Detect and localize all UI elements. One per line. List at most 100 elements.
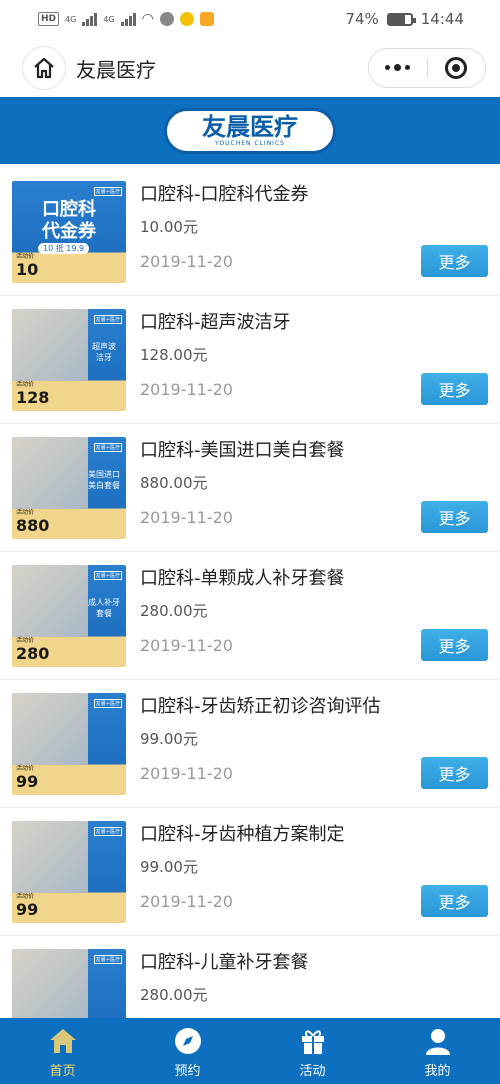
list-item[interactable]: 友晨+医疗 活动价 99 口腔科-牙齿矫正初诊咨询评估 99.00元 2019-…: [0, 680, 500, 808]
more-button[interactable]: 更多: [421, 629, 488, 661]
product-thumbnail[interactable]: 友晨+医疗 口腔科 代金券 10 抵 19.9 活动价 10: [12, 181, 126, 283]
more-button[interactable]: 更多: [421, 373, 488, 405]
item-title[interactable]: 口腔科-超声波洁牙: [140, 308, 291, 334]
thumbnail-price: 活动价 99: [16, 765, 38, 791]
miniprogram-capsule: [368, 48, 486, 88]
user-icon: [423, 1026, 453, 1056]
logo-main-text: 友晨医疗: [202, 112, 298, 141]
more-button[interactable]: 更多: [421, 885, 488, 917]
item-date: 2019-11-20: [140, 252, 233, 271]
app-notify-icon: [159, 12, 174, 26]
thumbnail-price: 活动价 280: [16, 637, 49, 663]
thumbnail-brand-tag: 友晨+医疗: [93, 315, 122, 324]
tab-label: 首页: [49, 1064, 76, 1079]
thumbnail-price-value: 99: [16, 772, 39, 791]
list-item[interactable]: 友晨+医疗 美国进口 美白套餐 活动价 880 口腔科-美国进口美白套餐 880…: [0, 424, 500, 552]
thumbnail-price-value: 10: [16, 260, 39, 279]
thumbnail-price: 活动价 99: [16, 893, 38, 919]
product-thumbnail[interactable]: 友晨+医疗 超声波 洁牙 活动价 128: [12, 309, 126, 411]
more-button[interactable]: 更多: [421, 757, 488, 789]
list-item[interactable]: 友晨+医疗 成人补牙 套餐 活动价 280 口腔科-单颗成人补牙套餐 280.0…: [0, 552, 500, 680]
more-button[interactable]: 更多: [421, 501, 488, 533]
clock: 14:44: [420, 10, 464, 28]
item-date: 2019-11-20: [140, 764, 233, 783]
thumbnail-price-label: 活动价: [16, 637, 35, 644]
thumbnail-price: 活动价 10: [16, 253, 38, 279]
list-item[interactable]: 友晨+医疗 口腔科-儿童补牙套餐 280.00元: [0, 936, 500, 1018]
hd-badge: HD: [38, 12, 60, 26]
thumbnail-photo: [12, 437, 88, 509]
tab-label: 我的: [424, 1064, 451, 1079]
more-button[interactable]: 更多: [421, 245, 488, 277]
product-thumbnail[interactable]: 友晨+医疗: [12, 949, 126, 1018]
home-icon: [48, 1026, 78, 1056]
more-menu-button[interactable]: [369, 49, 427, 87]
tab-booking[interactable]: 预约: [125, 1018, 250, 1084]
status-left: HD 4G 4G ◠: [38, 11, 214, 27]
item-date: 2019-11-20: [140, 892, 233, 911]
title-bar: 友晨医疗: [0, 38, 500, 98]
thumbnail-price-value: 280: [16, 644, 50, 663]
thumbnail-pill: 10 抵 19.9: [38, 243, 90, 254]
thumbnail-brand-tag: 友晨+医疗: [93, 699, 122, 708]
wifi-icon: ◠: [141, 11, 154, 27]
battery-icon: [386, 12, 416, 26]
product-list: 友晨+医疗 口腔科 代金券 10 抵 19.9 活动价 10 口腔科-口腔科代金…: [0, 168, 500, 1018]
tab-bar: 首页 预约 活动 我的: [0, 1018, 500, 1084]
thumbnail-price-label: 活动价: [16, 893, 35, 900]
thumbnail-price-label: 活动价: [16, 253, 35, 260]
thumbnail-brand-tag: 友晨+医疗: [93, 827, 122, 836]
thumbnail-price-label: 活动价: [16, 509, 35, 516]
battery-percent: 74%: [345, 10, 379, 28]
thumbnail-brand-tag: 友晨+医疗: [93, 187, 122, 196]
tab-activity[interactable]: 活动: [250, 1018, 375, 1084]
mail-notify-icon: [199, 12, 214, 26]
home-button[interactable]: [22, 46, 66, 90]
more-dots-icon: [385, 64, 411, 71]
brand-banner: 友晨医疗 YOUCHEN CLINICS: [0, 97, 500, 164]
product-thumbnail[interactable]: 友晨+医疗 成人补牙 套餐 活动价 280: [12, 565, 126, 667]
thumbnail-photo: [12, 821, 88, 893]
list-item[interactable]: 友晨+医疗 活动价 99 口腔科-牙齿种植方案制定 99.00元 2019-11…: [0, 808, 500, 936]
gift-icon: [298, 1026, 328, 1056]
item-title[interactable]: 口腔科-口腔科代金券: [140, 180, 309, 206]
thumbnail-caption: 成人补牙 套餐: [88, 598, 120, 618]
item-price: 280.00元: [140, 602, 208, 620]
item-price: 99.00元: [140, 730, 198, 748]
product-thumbnail[interactable]: 友晨+医疗 活动价 99: [12, 693, 126, 795]
item-date: 2019-11-20: [140, 380, 233, 399]
page-title: 友晨医疗: [76, 57, 156, 82]
compass-icon: [173, 1026, 203, 1056]
item-title[interactable]: 口腔科-儿童补牙套餐: [140, 948, 309, 974]
item-title[interactable]: 口腔科-美国进口美白套餐: [140, 436, 345, 462]
item-title[interactable]: 口腔科-牙齿种植方案制定: [140, 820, 345, 846]
thumbnail-photo: [12, 949, 88, 1018]
tab-mine[interactable]: 我的: [375, 1018, 500, 1084]
close-miniprogram-button[interactable]: [428, 49, 486, 87]
signal-icon-2: [120, 12, 136, 26]
list-item[interactable]: 友晨+医疗 超声波 洁牙 活动价 128 口腔科-超声波洁牙 128.00元 2…: [0, 296, 500, 424]
network-4g-label-2: 4G: [103, 14, 115, 24]
signal-icon: [82, 12, 98, 26]
item-price: 99.00元: [140, 858, 198, 876]
thumbnail-price-value: 128: [16, 388, 50, 407]
item-title[interactable]: 口腔科-牙齿矫正初诊咨询评估: [140, 692, 381, 718]
thumbnail-price-value: 880: [16, 516, 50, 535]
product-thumbnail[interactable]: 友晨+医疗 美国进口 美白套餐 活动价 880: [12, 437, 126, 539]
thumbnail-price-value: 99: [16, 900, 39, 919]
thumbnail-photo: [12, 565, 88, 637]
list-item[interactable]: 友晨+医疗 口腔科 代金券 10 抵 19.9 活动价 10 口腔科-口腔科代金…: [0, 168, 500, 296]
item-title[interactable]: 口腔科-单颗成人补牙套餐: [140, 564, 345, 590]
tab-label: 活动: [299, 1064, 326, 1079]
item-date: 2019-11-20: [140, 636, 233, 655]
thumbnail-caption: 美国进口 美白套餐: [88, 470, 120, 490]
item-price: 10.00元: [140, 218, 198, 236]
logo-text: 友晨医疗: [202, 114, 298, 140]
tab-label: 预约: [174, 1064, 201, 1079]
thumbnail-price-label: 活动价: [16, 381, 35, 388]
product-thumbnail[interactable]: 友晨+医疗 活动价 99: [12, 821, 126, 923]
thumbnail-brand-tag: 友晨+医疗: [93, 443, 122, 452]
item-price: 128.00元: [140, 346, 208, 364]
target-icon: [445, 57, 468, 79]
tab-home[interactable]: 首页: [0, 1018, 125, 1084]
